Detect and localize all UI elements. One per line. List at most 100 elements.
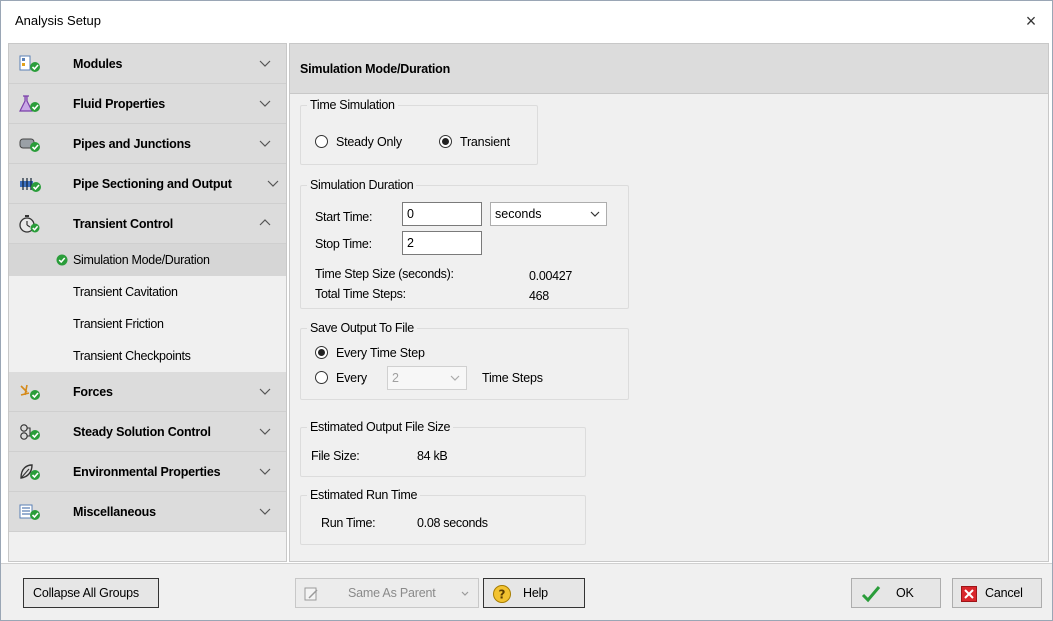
- chevron-down-icon: [461, 591, 469, 596]
- sidebar-group-environmental-properties[interactable]: Environmental Properties: [9, 452, 286, 492]
- sidebar-group-fluid-properties[interactable]: Fluid Properties: [9, 84, 286, 124]
- sidebar-group-label: Pipe Sectioning and Output: [73, 177, 232, 191]
- estimated-file-size-group: Estimated Output File Size File Size: 84…: [300, 420, 586, 477]
- file-size-label: File Size:: [311, 449, 360, 463]
- every-n-steps-radio[interactable]: [315, 371, 328, 384]
- save-output-group: Save Output To File Every Time Step Ever…: [300, 321, 629, 400]
- sidebar-group-forces[interactable]: Forces: [9, 372, 286, 412]
- check-circle-icon: [56, 254, 68, 266]
- checkmark-icon: [861, 586, 881, 603]
- steady-only-label[interactable]: Steady Only: [336, 135, 402, 149]
- sidebar-item-label: Transient Friction: [73, 317, 164, 331]
- chevron-down-icon: [259, 468, 271, 475]
- start-time-label: Start Time:: [315, 210, 373, 224]
- help-icon: ?: [493, 585, 511, 603]
- flask-icon: [19, 95, 40, 112]
- button-label: Collapse All Groups: [33, 586, 139, 600]
- total-time-steps-value: 468: [529, 289, 549, 303]
- sidebar-group-transient-control[interactable]: Transient Control: [9, 204, 286, 244]
- analysis-setup-window: Analysis Setup × Modules Fluid Propertie: [0, 0, 1053, 621]
- button-label: Cancel: [985, 586, 1023, 600]
- bottom-bar: Collapse All Groups Same As Parent ? Hel…: [1, 563, 1052, 620]
- sidebar-group-label: Transient Control: [73, 217, 174, 231]
- chevron-down-icon: [259, 140, 271, 147]
- panel-header: Simulation Mode/Duration: [290, 44, 1048, 94]
- time-steps-label: Time Steps: [482, 371, 543, 385]
- steady-only-radio[interactable]: [315, 135, 328, 148]
- sidebar-group-label: Modules: [73, 57, 123, 71]
- sidebar-item-simulation-mode-duration[interactable]: Simulation Mode/Duration: [9, 244, 286, 276]
- sidebar-group-label: Miscellaneous: [73, 505, 156, 519]
- stop-time-input[interactable]: [402, 231, 482, 255]
- every-label: Every: [336, 371, 367, 385]
- title-bar: Analysis Setup ×: [1, 1, 1052, 41]
- transient-label[interactable]: Transient: [460, 135, 510, 149]
- stopwatch-icon: [19, 215, 40, 233]
- time-units-select[interactable]: seconds: [490, 202, 607, 226]
- same-as-parent-button[interactable]: Same As Parent: [295, 578, 479, 608]
- chevron-down-icon: [259, 60, 271, 67]
- estimated-run-time-group: Estimated Run Time Run Time: 0.08 second…: [300, 488, 586, 545]
- run-time-value: 0.08 seconds: [417, 516, 488, 530]
- sidebar-group-pipes-and-junctions[interactable]: Pipes and Junctions: [9, 124, 286, 164]
- chevron-down-icon: [450, 375, 460, 381]
- window-title: Analysis Setup: [15, 13, 101, 28]
- group-legend: Estimated Output File Size: [307, 420, 454, 434]
- main-panel: Simulation Mode/Duration Time Simulation…: [289, 43, 1049, 562]
- file-size-value: 84 kB: [417, 449, 448, 463]
- sidebar-item-transient-cavitation[interactable]: Transient Cavitation: [9, 276, 286, 308]
- close-button[interactable]: ×: [1016, 7, 1046, 35]
- sidebar-group-steady-solution-control[interactable]: Steady Solution Control: [9, 412, 286, 452]
- chevron-down-icon: [259, 100, 271, 107]
- sidebar-group-pipe-sectioning[interactable]: Pipe Sectioning and Output: [9, 164, 286, 204]
- every-steps-select[interactable]: 2: [387, 366, 467, 390]
- solution-control-icon: [20, 424, 40, 440]
- modules-icon: [19, 55, 40, 72]
- group-legend: Time Simulation: [307, 98, 398, 112]
- chevron-down-icon: [259, 508, 271, 515]
- cancel-x-icon: [961, 586, 977, 602]
- group-legend: Estimated Run Time: [307, 488, 421, 502]
- collapse-all-groups-button[interactable]: Collapse All Groups: [23, 578, 159, 608]
- chevron-down-icon: [259, 428, 271, 435]
- help-button[interactable]: ? Help: [483, 578, 585, 608]
- edit-note-icon: [304, 587, 318, 601]
- sidebar-item-label: Simulation Mode/Duration: [73, 253, 210, 267]
- every-time-step-label[interactable]: Every Time Step: [336, 346, 425, 360]
- group-legend: Simulation Duration: [307, 178, 417, 192]
- chevron-up-icon: [259, 219, 271, 226]
- sidebar-group-label: Fluid Properties: [73, 97, 165, 111]
- svg-text:?: ?: [499, 588, 506, 602]
- leaf-icon: [20, 464, 40, 480]
- panel-title: Simulation Mode/Duration: [300, 62, 451, 76]
- transient-radio[interactable]: [439, 135, 452, 148]
- sidebar: Modules Fluid Properties Pipes and Junct…: [8, 43, 287, 562]
- miscellaneous-icon: [19, 504, 40, 520]
- sidebar-group-miscellaneous[interactable]: Miscellaneous: [9, 492, 286, 532]
- sidebar-group-label: Environmental Properties: [73, 465, 221, 479]
- stop-time-label: Stop Time:: [315, 237, 372, 251]
- sidebar-item-label: Transient Checkpoints: [73, 349, 191, 363]
- ok-button[interactable]: OK: [851, 578, 941, 608]
- run-time-label: Run Time:: [321, 516, 376, 530]
- start-time-input[interactable]: [402, 202, 482, 226]
- chevron-down-icon: [590, 211, 600, 217]
- button-label: OK: [896, 586, 914, 600]
- sidebar-group-label: Steady Solution Control: [73, 425, 211, 439]
- time-step-size-label: Time Step Size (seconds):: [315, 267, 454, 281]
- sidebar-item-label: Transient Cavitation: [73, 285, 178, 299]
- chevron-down-icon: [259, 388, 271, 395]
- button-label: Help: [523, 586, 548, 600]
- pipe-icon: [19, 138, 40, 152]
- sidebar-item-transient-checkpoints[interactable]: Transient Checkpoints: [9, 340, 286, 372]
- sidebar-group-modules[interactable]: Modules: [9, 44, 286, 84]
- cancel-button[interactable]: Cancel: [952, 578, 1042, 608]
- total-time-steps-label: Total Time Steps:: [315, 287, 406, 301]
- chevron-down-icon: [267, 180, 279, 187]
- sidebar-group-label: Forces: [73, 385, 113, 399]
- group-legend: Save Output To File: [307, 321, 417, 335]
- button-label: Same As Parent: [348, 586, 436, 600]
- every-time-step-radio[interactable]: [315, 346, 328, 359]
- sidebar-item-transient-friction[interactable]: Transient Friction: [9, 308, 286, 340]
- simulation-duration-group: Simulation Duration Start Time: seconds …: [300, 178, 629, 309]
